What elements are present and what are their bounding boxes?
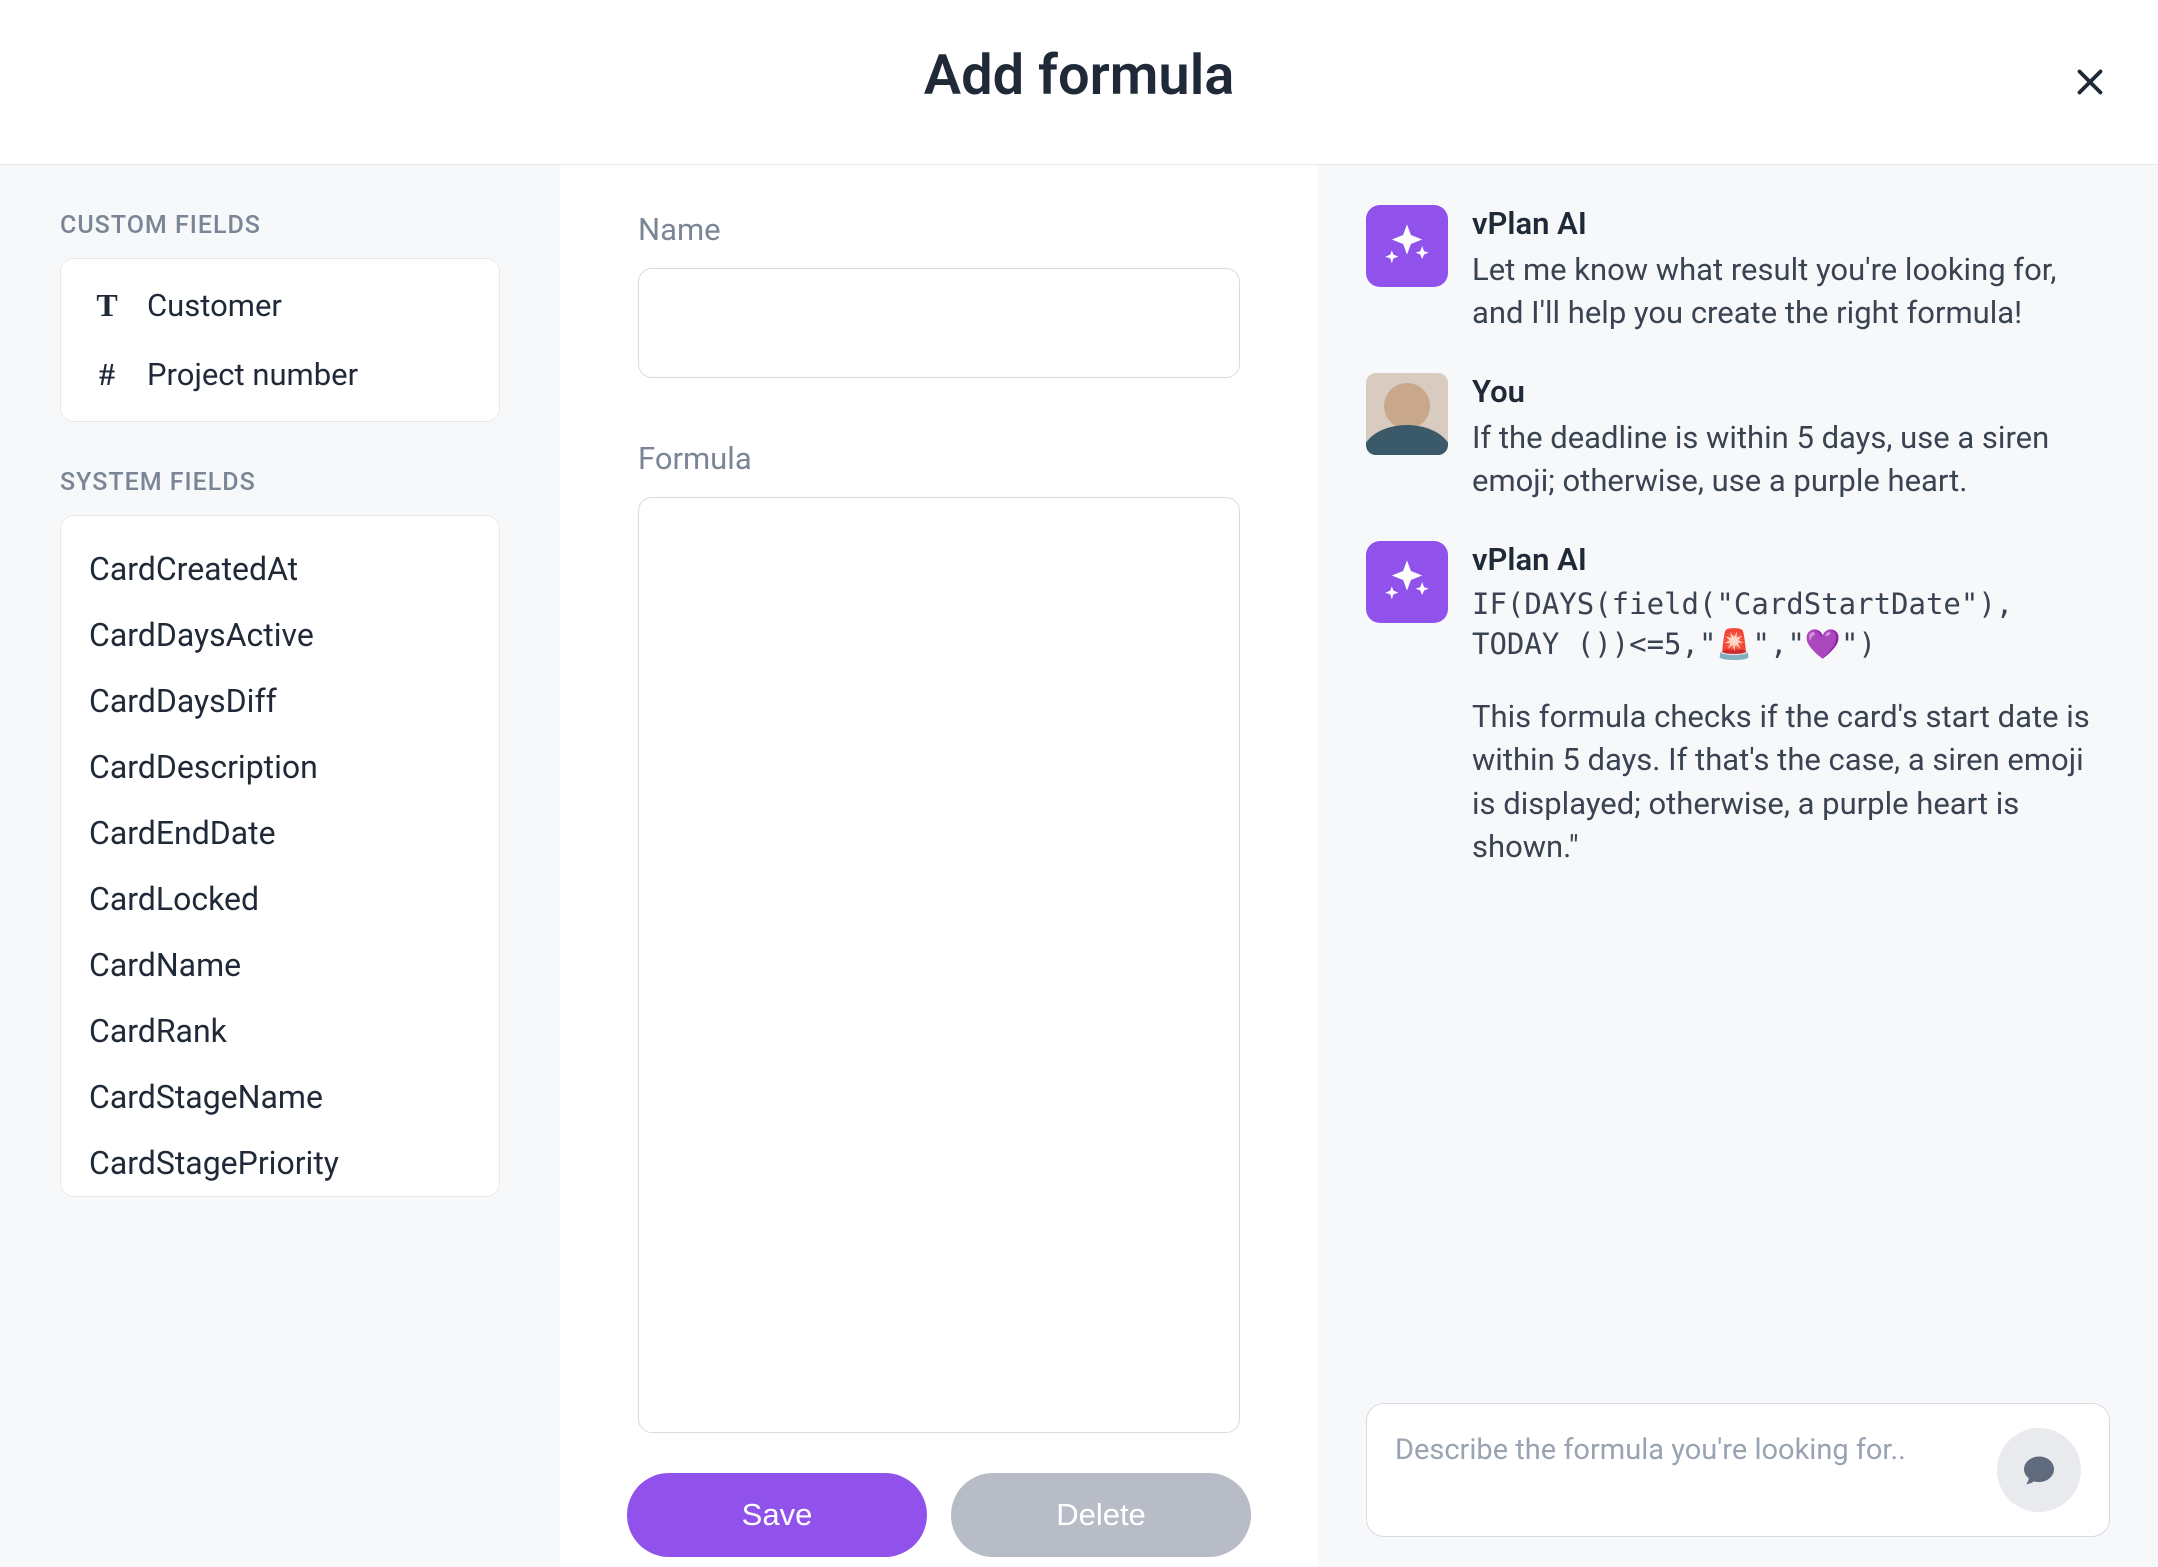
fields-sidebar: CUSTOM FIELDS T Customer # Project numbe…	[0, 165, 560, 1567]
system-field-item[interactable]: CardStageName	[61, 1064, 499, 1130]
chat-message-text: Let me know what result you're looking f…	[1472, 248, 2110, 335]
system-field-item[interactable]: CardDaysActive	[61, 602, 499, 668]
system-field-item[interactable]: CardName	[61, 932, 499, 998]
system-field-item[interactable]: CardEndDate	[61, 800, 499, 866]
chat-message-user: You If the deadline is within 5 days, us…	[1366, 373, 2110, 503]
ai-chat-panel: vPlan AI Let me know what result you're …	[1318, 165, 2158, 1567]
system-field-item[interactable]: CardRank	[61, 998, 499, 1064]
chat-sender-name: vPlan AI	[1472, 205, 2110, 242]
chat-message-ai: vPlan AI Let me know what result you're …	[1366, 205, 2110, 335]
custom-fields-heading: CUSTOM FIELDS	[60, 211, 500, 240]
close-button[interactable]	[2066, 58, 2114, 106]
user-avatar	[1366, 373, 1448, 455]
ai-avatar	[1366, 205, 1448, 287]
system-field-item[interactable]: CardStagePriority	[61, 1130, 499, 1196]
custom-field-item[interactable]: # Project number	[61, 340, 499, 409]
formula-form: Name Formula Save Delete	[560, 165, 1318, 1567]
custom-field-item[interactable]: T Customer	[61, 271, 499, 340]
system-field-item[interactable]: CardCreatedAt	[61, 536, 499, 602]
save-button[interactable]: Save	[627, 1473, 927, 1557]
ai-avatar	[1366, 541, 1448, 623]
system-fields-heading: SYSTEM FIELDS	[60, 468, 500, 497]
modal-body: CUSTOM FIELDS T Customer # Project numbe…	[0, 165, 2158, 1567]
modal-title: Add formula	[40, 42, 2118, 108]
chat-sender-name: vPlan AI	[1472, 541, 2110, 578]
sparkle-icon	[1381, 556, 1433, 608]
formula-input[interactable]	[638, 497, 1240, 1433]
sparkle-icon	[1381, 220, 1433, 272]
text-type-icon: T	[89, 288, 125, 324]
close-icon	[2072, 64, 2108, 100]
name-label: Name	[638, 211, 1240, 248]
name-input[interactable]	[638, 268, 1240, 378]
number-type-icon: #	[89, 357, 125, 393]
custom-field-label: Customer	[147, 287, 282, 324]
chat-message-ai: vPlan AI IF(DAYS(field("CardStartDate"),…	[1366, 541, 2110, 869]
delete-button[interactable]: Delete	[951, 1473, 1251, 1557]
form-actions: Save Delete	[638, 1473, 1240, 1557]
send-button[interactable]	[1997, 1428, 2081, 1512]
system-field-item[interactable]: CardDescription	[61, 734, 499, 800]
add-formula-modal: Add formula CUSTOM FIELDS T Customer # P…	[0, 0, 2158, 1567]
chat-sender-name: You	[1472, 373, 2110, 410]
chat-bubble-icon	[2021, 1452, 2057, 1488]
chat-message-text: If the deadline is within 5 days, use a …	[1472, 416, 2110, 503]
modal-header: Add formula	[0, 0, 2158, 165]
system-field-item[interactable]: CardLocked	[61, 866, 499, 932]
chat-message-text: This formula checks if the card's start …	[1472, 695, 2110, 869]
custom-field-label: Project number	[147, 356, 358, 393]
chat-formula-code: IF(DAYS(field("CardStartDate"), TODAY ()…	[1472, 584, 2110, 665]
custom-fields-card: T Customer # Project number	[60, 258, 500, 422]
chat-messages: vPlan AI Let me know what result you're …	[1366, 205, 2110, 1383]
system-fields-card: CardCreatedAt CardDaysActive CardDaysDif…	[60, 515, 500, 1197]
system-field-item[interactable]: CardDaysDiff	[61, 668, 499, 734]
chat-input[interactable]	[1395, 1430, 1977, 1510]
formula-label: Formula	[638, 440, 1240, 477]
chat-input-container	[1366, 1403, 2110, 1537]
